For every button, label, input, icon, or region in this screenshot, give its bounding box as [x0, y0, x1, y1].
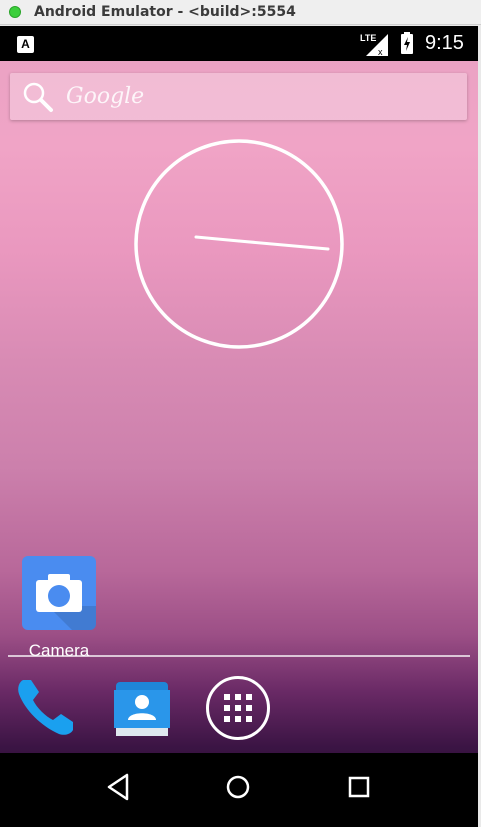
search-bar-label: Google — [66, 84, 145, 109]
camera-icon — [36, 574, 96, 630]
camera-app[interactable]: Camera — [22, 556, 96, 660]
svg-text:x: x — [378, 47, 383, 56]
battery-charging-icon — [401, 32, 413, 54]
google-search-bar[interactable]: Google — [10, 73, 467, 120]
signal-strength-icon: x — [366, 34, 388, 56]
app-drawer-icon — [224, 694, 252, 722]
hour-hand — [194, 235, 241, 243]
search-icon — [23, 82, 53, 112]
camera-app-icon — [22, 556, 96, 630]
all-apps-button[interactable] — [206, 676, 270, 740]
navigation-bar — [0, 753, 478, 827]
recent-apps-icon[interactable] — [348, 776, 370, 798]
dock-divider — [8, 655, 470, 657]
window-close-button[interactable] — [9, 6, 21, 18]
window-title: Android Emulator - <build>:5554 — [34, 4, 296, 20]
notification-app-icon: A — [17, 36, 34, 53]
back-icon[interactable] — [107, 773, 131, 801]
status-bar: A LTE x 9:15 — [0, 26, 478, 61]
camera-app-label: Camera — [28, 641, 90, 660]
phone-app-icon[interactable] — [15, 676, 77, 738]
window-titlebar: Android Emulator - <build>:5554 — [0, 0, 481, 25]
home-icon[interactable] — [226, 775, 250, 799]
status-clock: 9:15 — [425, 32, 464, 54]
analog-clock-widget[interactable] — [133, 138, 345, 350]
contacts-app-icon[interactable] — [114, 678, 170, 738]
android-screen: A LTE x 9:15 Google Camera — [0, 26, 478, 827]
minute-hand — [237, 239, 330, 251]
